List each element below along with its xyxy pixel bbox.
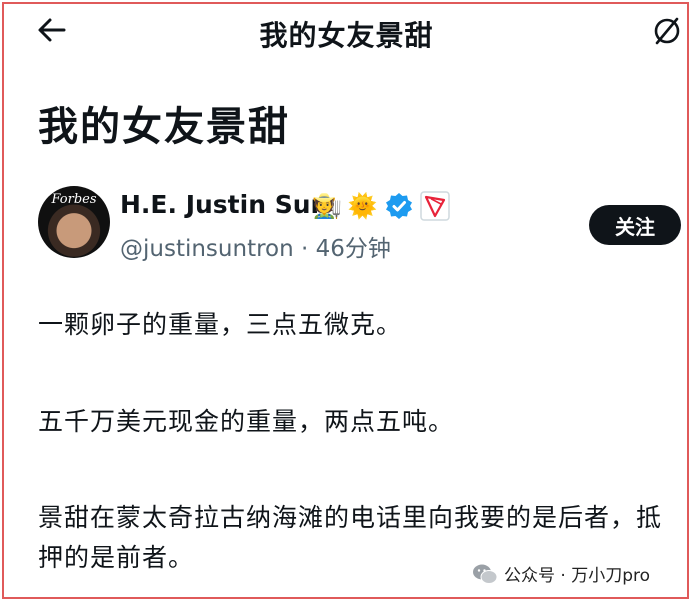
verified-badge-icon: [385, 193, 412, 219]
author-handle-line: @justinsuntron · 46分钟: [120, 229, 391, 263]
author-badges: 🧑‍🌾 🌞: [312, 188, 450, 224]
tron-logo-icon: [420, 191, 450, 221]
watermark: 公众号 · 万小刀pro: [472, 561, 650, 586]
post-time: · 46分钟: [293, 236, 391, 262]
top-bar: 我的女友景甜: [0, 0, 693, 62]
wechat-icon: [473, 564, 498, 584]
block-icon: [654, 17, 680, 45]
post-heading: 我的女友景甜: [38, 104, 290, 150]
sun-emoji-icon: 🌞: [347, 192, 378, 220]
post-text-paragraph-2: 五千万美元现金的重量，两点五吨。: [38, 407, 455, 436]
page-title: 我的女友景甜: [259, 19, 434, 52]
block-button[interactable]: [652, 16, 682, 46]
author-name[interactable]: H.E. Justin Sun: [120, 190, 328, 219]
post-text-paragraph-1: 一颗卵子的重量，三点五微克。: [38, 310, 403, 339]
avatar-logo-text: Forbes: [51, 192, 97, 207]
watermark-text: 公众号 · 万小刀pro: [504, 566, 651, 586]
follow-button[interactable]: 关注: [589, 205, 681, 245]
author-handle[interactable]: @justinsuntron: [120, 236, 294, 262]
farmer-emoji-icon: 🧑‍🌾: [312, 192, 342, 220]
avatar[interactable]: Forbes: [38, 186, 110, 258]
